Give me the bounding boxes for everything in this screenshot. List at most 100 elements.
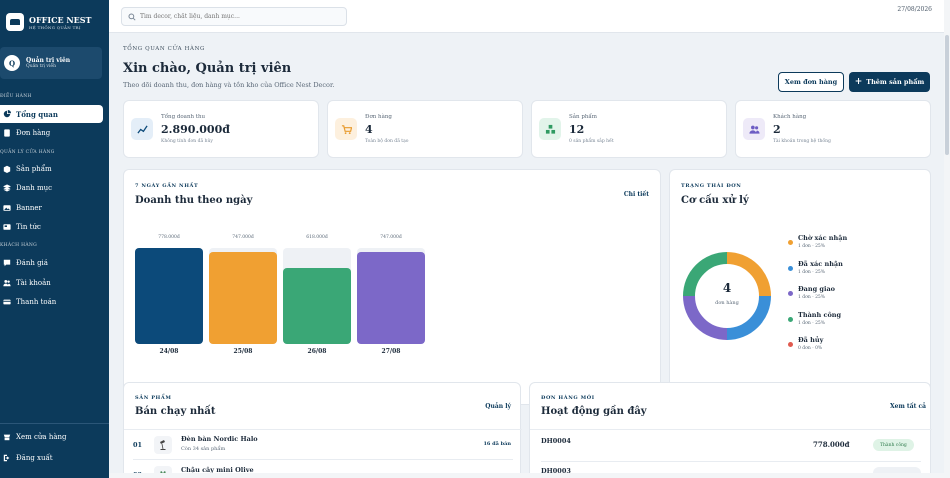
- order-status-card: TRẠNG THÁI ĐƠN Cơ cấu xử lý 4 đơn hàng C…: [669, 169, 931, 405]
- sidebar-item-reviews[interactable]: Đánh giá: [0, 254, 103, 272]
- card-eyebrow: SẢN PHẨM: [135, 395, 172, 401]
- add-product-button[interactable]: + Thêm sản phẩm: [849, 72, 930, 92]
- topbar: 27/08/2026: [109, 0, 950, 33]
- sidebar-item-label: Danh mục: [16, 184, 53, 192]
- sidebar-item-overview[interactable]: Tổng quan: [0, 105, 103, 123]
- product-sold: 16 đã bán: [483, 441, 511, 447]
- search-input[interactable]: [140, 13, 340, 20]
- revenue-chart-card: 7 NGÀY GẦN NHẤT Doanh thu theo ngày Chi …: [123, 169, 661, 405]
- sidebar-item-label: Xem cửa hàng: [16, 433, 67, 441]
- sidebar-item-products[interactable]: Sản phẩm: [0, 160, 103, 178]
- nav-section-overview: ĐIỀU HÀNH: [0, 94, 32, 99]
- stat-sub: Toàn bộ đơn đã tạo: [365, 139, 409, 144]
- card-title: Cơ cấu xử lý: [681, 195, 749, 206]
- sidebar-divider: [0, 423, 109, 424]
- stat-sub: Tài khoản trong hệ thống: [773, 139, 831, 144]
- sidebar-item-label: Tài khoản: [16, 279, 51, 287]
- sidebar-item-label: Đánh giá: [16, 259, 48, 267]
- order-status-donut: [683, 252, 771, 340]
- sidebar-item-categories[interactable]: Danh mục: [0, 179, 103, 197]
- boxes-icon: [539, 118, 561, 140]
- box-icon: [3, 165, 11, 173]
- nav-section-customers: KHÁCH HÀNG: [0, 243, 38, 248]
- page-eyebrow: TỔNG QUAN CỬA HÀNG: [123, 46, 205, 52]
- logout-icon: [3, 454, 11, 462]
- user-card[interactable]: Q Quản trị viên Quản trị viên: [0, 47, 102, 79]
- card-eyebrow: ĐƠN HÀNG MỚI: [541, 395, 595, 401]
- sidebar-item-news[interactable]: Tin tức: [0, 218, 103, 236]
- revenue-bar[interactable]: [283, 268, 351, 344]
- user-name: Quản trị viên: [26, 57, 71, 64]
- manage-products-link[interactable]: Quản lý: [485, 403, 511, 410]
- legend-dot: [788, 265, 793, 271]
- chart-line-icon: [131, 118, 153, 140]
- sidebar-item-label: Đăng xuất: [16, 454, 53, 462]
- sidebar-item-label: Tổng quan: [16, 109, 58, 119]
- product-name: Đèn bàn Nordic Halo: [181, 435, 258, 443]
- bar-category-label: 26/08: [307, 348, 327, 355]
- bar-value-label: 747.000đ: [380, 235, 402, 240]
- page-description: Theo dõi doanh thu, đơn hàng và tồn kho …: [123, 81, 335, 89]
- plus-icon: +: [854, 76, 863, 87]
- brand-subtitle: HỆ THỐNG QUẢN TRỊ: [29, 24, 81, 30]
- sidebar-item-label: Đơn hàng: [16, 129, 51, 137]
- sidebar-item-accounts[interactable]: Tài khoản: [0, 274, 103, 292]
- receipt-icon: [3, 129, 11, 137]
- legend-sub: 1 đơn · 25%: [798, 269, 826, 275]
- revenue-bar[interactable]: [357, 252, 425, 344]
- users-icon: [743, 118, 765, 140]
- legend-label: Thành công: [798, 310, 842, 319]
- card-title: Hoạt động gần đây: [541, 406, 647, 417]
- revenue-bar[interactable]: [135, 248, 203, 344]
- row-divider: [530, 429, 932, 430]
- view-orders-button[interactable]: Xem đơn hàng: [778, 72, 844, 92]
- stat-card-products[interactable]: Sản phẩm 12 0 sản phẩm sắp hết: [531, 100, 727, 158]
- current-date: 27/08/2026: [897, 6, 932, 13]
- revenue-bar[interactable]: [209, 252, 277, 344]
- sidebar-item-orders[interactable]: Đơn hàng: [0, 124, 103, 142]
- stat-value: 2: [773, 123, 781, 136]
- sidebar-item-label: Sản phẩm: [16, 165, 52, 173]
- sidebar-item-banner[interactable]: Banner: [0, 199, 103, 217]
- sidebar: OFFICE NEST HỆ THỐNG QUẢN TRỊ Q Quản trị…: [0, 0, 109, 478]
- lamp-icon: [154, 436, 172, 454]
- search-box[interactable]: [121, 7, 347, 26]
- stat-value: 2.890.000đ: [161, 123, 230, 136]
- legend-dot: [788, 291, 793, 296]
- donut-center-value: 4: [722, 281, 732, 295]
- legend-sub: 1 đơn · 25%: [798, 320, 826, 326]
- store-icon: [3, 433, 11, 441]
- row-divider: [133, 459, 513, 460]
- revenue-detail-link[interactable]: Chi tiết: [624, 191, 649, 198]
- stat-card-customers[interactable]: Khách hàng 2 Tài khoản trong hệ thống: [735, 100, 931, 158]
- status-badge: Thành công: [873, 439, 914, 451]
- dashboard-icon: [3, 110, 11, 118]
- view-store-link[interactable]: Xem cửa hàng: [0, 428, 103, 446]
- layers-icon: [3, 184, 11, 192]
- sidebar-item-payments[interactable]: Thanh toán: [0, 293, 103, 311]
- logout-button[interactable]: Đăng xuất: [0, 449, 103, 467]
- page-title: Xin chào, Quản trị viên: [123, 61, 292, 76]
- view-all-orders-link[interactable]: Xem tất cả: [890, 403, 926, 410]
- cart-icon: [335, 118, 357, 140]
- search-icon: [128, 12, 136, 21]
- stat-label: Tổng doanh thu: [161, 114, 206, 120]
- image-icon: [3, 204, 11, 212]
- stat-card-revenue[interactable]: Tổng doanh thu 2.890.000đ Không tính đơn…: [123, 100, 319, 158]
- vertical-scrollbar[interactable]: [944, 0, 950, 478]
- product-rank: 01: [133, 441, 143, 449]
- brand[interactable]: OFFICE NEST HỆ THỐNG QUẢN TRỊ: [0, 0, 109, 36]
- newspaper-icon: [3, 223, 11, 231]
- user-role: Quản trị viên: [26, 64, 56, 69]
- bar-value-label: 778.000đ: [158, 235, 180, 240]
- sidebar-item-label: Tin tức: [16, 223, 41, 231]
- stat-label: Sản phẩm: [569, 114, 597, 120]
- card-title: Doanh thu theo ngày: [135, 195, 253, 206]
- scrollbar-thumb[interactable]: [945, 35, 949, 155]
- stat-card-orders[interactable]: Đơn hàng 4 Toàn bộ đơn đã tạo: [327, 100, 523, 158]
- order-amount: 778.000đ: [813, 440, 850, 449]
- users-icon: [3, 279, 11, 287]
- horizontal-scrollbar[interactable]: [109, 473, 944, 478]
- credit-card-icon: [3, 298, 11, 306]
- bar-category-label: 25/08: [233, 348, 253, 355]
